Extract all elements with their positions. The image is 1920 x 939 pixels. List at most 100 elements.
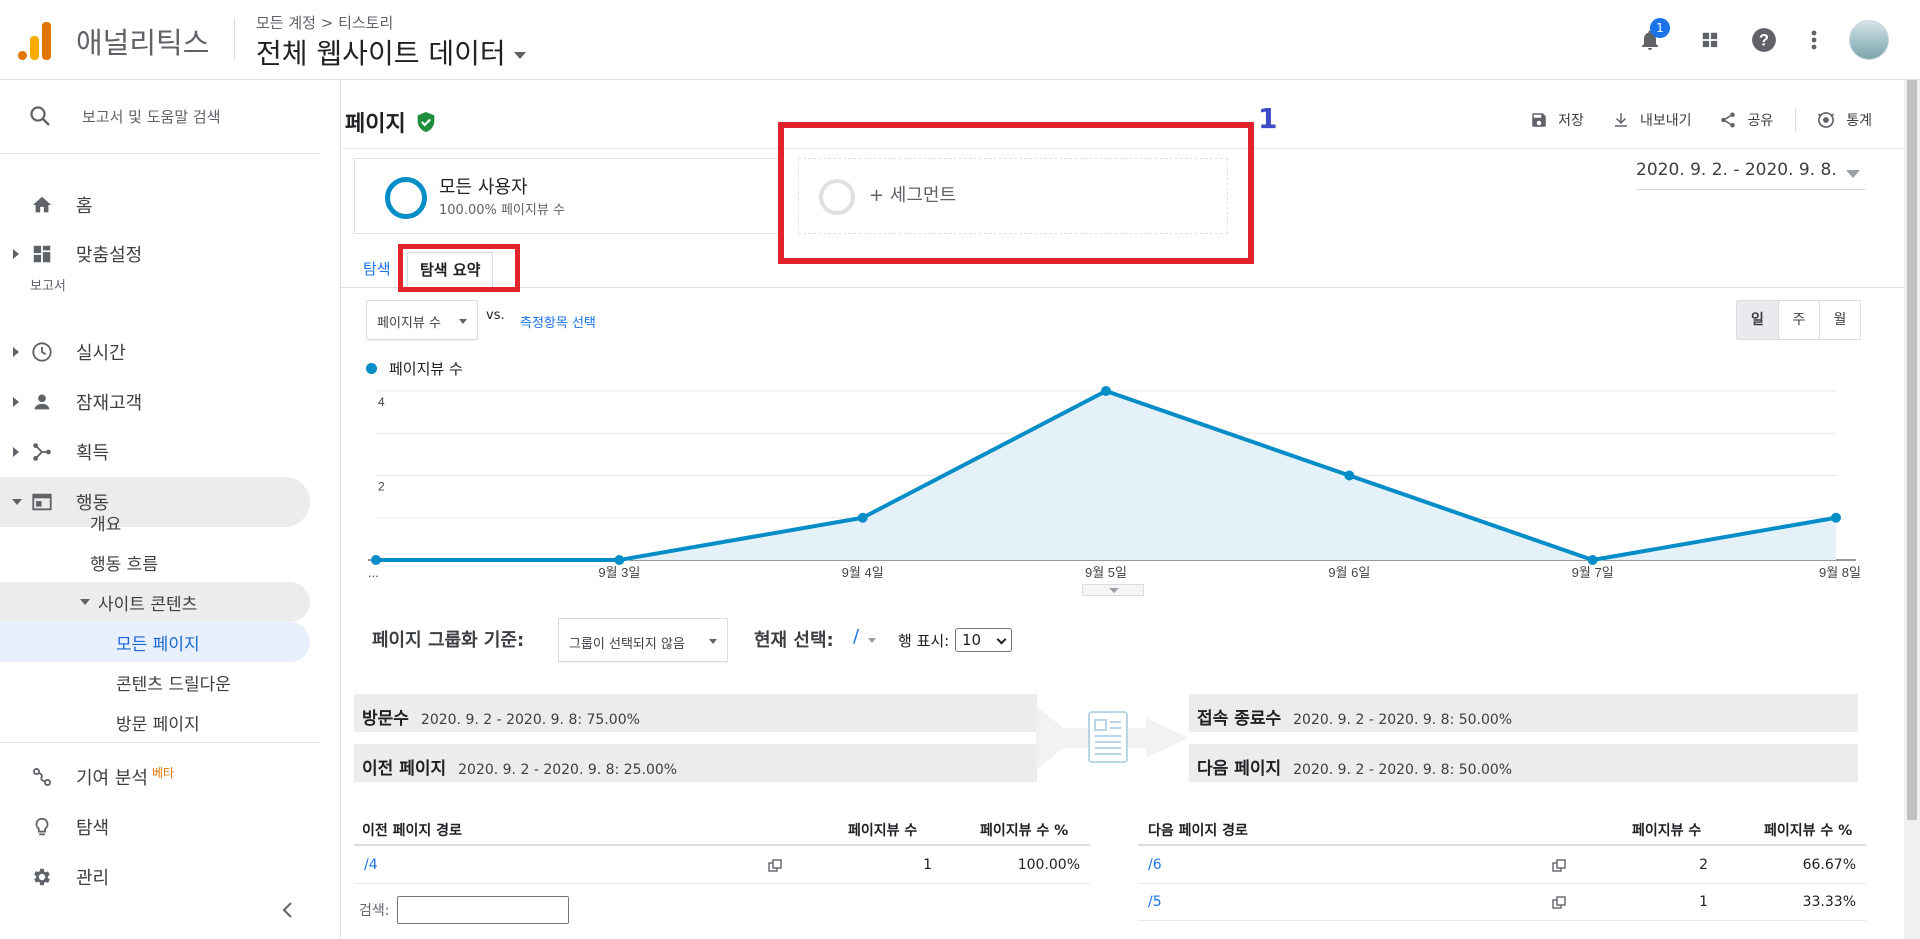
chart-y-tick-label: 4: [378, 395, 385, 409]
column-header-views[interactable]: 페이지뷰 수: [1632, 820, 1701, 840]
table-row[interactable]: /4 1 100.00%: [354, 848, 1090, 884]
next-pages-value: 2020. 9. 2 - 2020. 9. 8: 50.00%: [1293, 762, 1513, 778]
analytics-logo-icon[interactable]: [18, 20, 52, 60]
period-day-button[interactable]: 일: [1737, 301, 1778, 339]
help-button[interactable]: ?: [1748, 24, 1780, 56]
share-label: 공유: [1747, 113, 1774, 129]
page-scrollbar-thumb[interactable]: [1907, 80, 1917, 820]
column-header-path[interactable]: 다음 페이지 경로: [1148, 820, 1248, 840]
views-value: 1: [923, 857, 932, 873]
exits-value: 2020. 9. 2 - 2020. 9. 8: 50.00%: [1293, 712, 1513, 728]
current-selection-value[interactable]: /: [853, 626, 859, 647]
period-month-button[interactable]: 월: [1819, 301, 1860, 339]
sidebar-item-label: 관리: [76, 868, 110, 889]
chevron-down-icon: [459, 319, 467, 324]
chart-data-point: [857, 512, 868, 523]
header-divider-line: [340, 148, 1904, 149]
sidebar-sub-overview[interactable]: 개요: [90, 502, 121, 542]
chevron-right-icon: [13, 249, 19, 259]
chevron-right-icon: [13, 347, 19, 357]
sidebar-item-customization[interactable]: 맞춤설정: [0, 229, 310, 279]
rows-label: 행 표시:: [898, 632, 950, 650]
more-options-button[interactable]: [1798, 24, 1830, 56]
sidebar-item-realtime[interactable]: 실시간: [0, 327, 310, 377]
segment-card[interactable]: 모든 사용자 100.00% 페이지뷰 수: [354, 158, 784, 234]
table-row[interactable]: /6 2 66.67%: [1138, 848, 1866, 884]
sidebar-sub-behavior-flow[interactable]: 행동 흐름: [90, 542, 158, 582]
collapse-sidebar-icon[interactable]: [278, 900, 298, 920]
date-range-picker[interactable]: 2020. 9. 2. - 2020. 9. 8.: [1636, 160, 1866, 190]
chart-data-point: [371, 555, 381, 565]
page-group-select[interactable]: 그룹이 선택되지 않음: [558, 618, 728, 662]
open-page-icon[interactable]: [1552, 859, 1566, 873]
page-title-text: 페이지: [345, 112, 406, 137]
page-path-link[interactable]: /4: [364, 857, 378, 873]
period-week-button[interactable]: 주: [1778, 301, 1819, 339]
chart-legend[interactable]: 페이지뷰 수: [366, 358, 463, 379]
app-name: 애널리틱스: [76, 26, 210, 60]
vs-label: vs.: [486, 308, 505, 323]
breadcrumb[interactable]: 모든 계정 > 티스토리: [256, 12, 393, 33]
table-search-input[interactable]: [397, 896, 569, 924]
sidebar-item-acquisition[interactable]: 획득: [0, 427, 310, 477]
sidebar-item-admin[interactable]: 관리: [0, 852, 310, 902]
person-icon: [29, 389, 55, 415]
chart-x-tick-label: 9월 3일: [598, 565, 640, 580]
column-header-views-pct[interactable]: 페이지뷰 수 %: [980, 820, 1068, 840]
rows-select[interactable]: 10: [955, 628, 1012, 652]
legend-swatch: [366, 363, 377, 374]
sidebar-sub-content-drilldown[interactable]: 콘텐츠 드릴다운: [116, 662, 231, 702]
column-header-path[interactable]: 이전 페이지 경로: [362, 820, 462, 840]
table-header: 다음 페이지 경로 페이지뷰 수 페이지뷰 수 %: [1138, 818, 1866, 846]
legend-label: 페이지뷰 수: [389, 360, 463, 378]
insights-button[interactable]: 통계: [1816, 110, 1872, 130]
table-header: 이전 페이지 경로 페이지뷰 수 페이지뷰 수 %: [354, 818, 1090, 846]
chart-x-tick-label: 9월 4일: [842, 565, 884, 580]
save-label: 저장: [1558, 113, 1584, 129]
sidebar-item-home[interactable]: 홈: [0, 180, 310, 230]
sidebar-item-audience[interactable]: 잠재고객: [0, 377, 310, 427]
save-icon: [1532, 113, 1546, 127]
column-header-views[interactable]: 페이지뷰 수: [848, 820, 917, 840]
previous-pages-value: 2020. 9. 2 - 2020. 9. 8: 25.00%: [458, 762, 678, 778]
open-page-icon[interactable]: [768, 859, 782, 873]
sidebar-sub-site-content[interactable]: 사이트 콘텐츠: [0, 582, 310, 622]
annotation-number: 1: [1258, 102, 1278, 135]
all-pages-label: 모든 페이지: [116, 634, 200, 655]
sidebar-item-behavior[interactable]: 행동: [0, 477, 310, 527]
metric-select[interactable]: 페이지뷰 수: [366, 300, 478, 340]
chart-resize-handle[interactable]: [1082, 584, 1144, 596]
sidebar-item-discover[interactable]: 탐색: [0, 802, 310, 852]
chart-data-point: [1101, 386, 1111, 396]
page-path-link[interactable]: /5: [1148, 894, 1162, 910]
page-path-link[interactable]: /6: [1148, 857, 1162, 873]
sidebar-item-attribution[interactable]: 기여 분석 베타: [0, 752, 310, 802]
open-page-icon[interactable]: [1552, 896, 1566, 910]
sidebar-item-label: 맞춤설정: [76, 245, 143, 266]
apps-grid-icon: [1702, 32, 1718, 48]
avatar[interactable]: [1849, 20, 1889, 60]
chart-data-point: [614, 555, 625, 565]
chevron-down-icon[interactable]: [868, 638, 876, 643]
export-button[interactable]: 내보내기: [1612, 110, 1691, 130]
behavior-icon: [29, 489, 55, 515]
table-row[interactable]: /5 1 33.33%: [1138, 885, 1866, 921]
sidebar-sub-landing-pages[interactable]: 방문 페이지: [116, 702, 200, 742]
save-button[interactable]: 저장: [1530, 110, 1584, 130]
sidebar-search[interactable]: 보고서 및 도움말 검색: [0, 80, 320, 154]
notifications-button[interactable]: 1: [1634, 18, 1670, 56]
help-icon: ?: [1752, 28, 1776, 52]
view-selector[interactable]: 전체 웹사이트 데이터: [256, 32, 526, 72]
apps-button[interactable]: [1694, 24, 1726, 56]
tab-explorer[interactable]: 탐색: [363, 258, 391, 279]
next-pages-label: 다음 페이지: [1197, 759, 1282, 779]
add-segment-button[interactable]: + 세그먼트: [798, 158, 1228, 234]
share-button[interactable]: 공유: [1719, 110, 1773, 130]
column-header-views-pct[interactable]: 페이지뷰 수 %: [1764, 820, 1852, 840]
search-icon: [30, 106, 50, 126]
sidebar-sub-all-pages[interactable]: 모든 페이지: [0, 622, 310, 662]
add-segment-label: + 세그먼트: [869, 185, 957, 206]
tab-navigation-summary[interactable]: 탐색 요약: [407, 252, 494, 288]
select-metric-link[interactable]: 측정항목 선택: [520, 312, 596, 331]
view-title: 전체 웹사이트 데이터: [256, 37, 506, 70]
